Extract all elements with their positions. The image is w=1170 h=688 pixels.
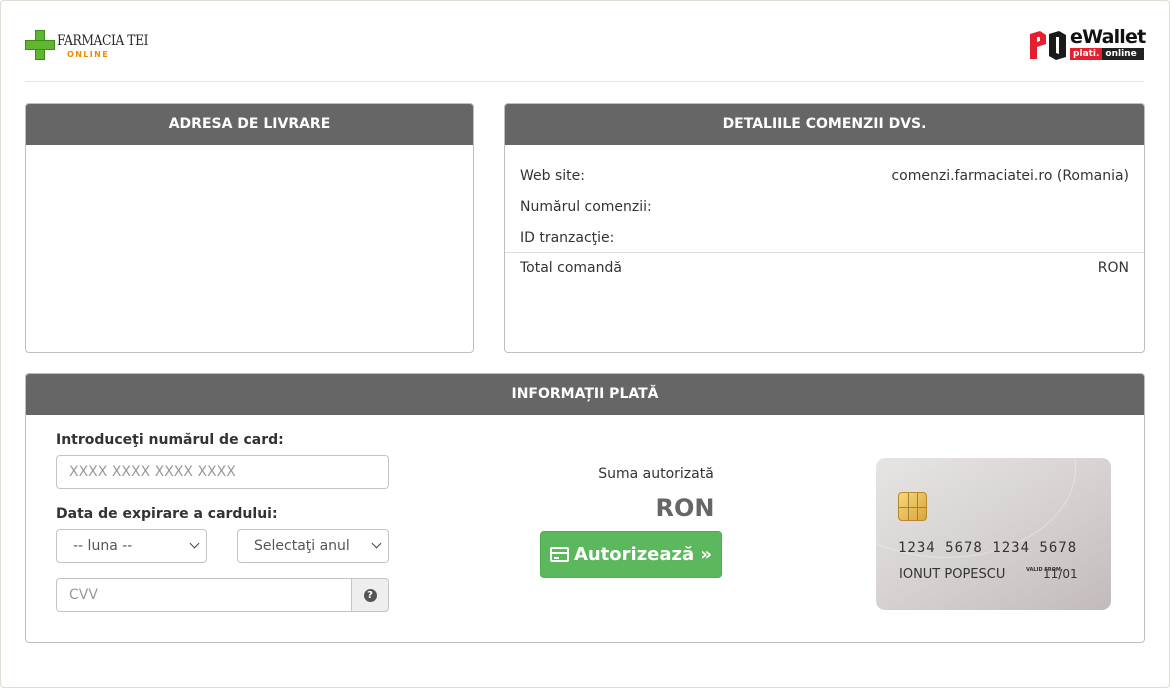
total-label: Total comandă [520,260,622,276]
order-details-panel: DETALIILE COMENZII DVS. Web site: comenz… [504,103,1145,353]
order-row-order-number: Numărul comenzii: [520,192,1129,223]
order-row-transaction-id: ID tranzacţie: [520,223,1129,254]
card-preview-number: 1234 5678 1234 5678 [898,540,1078,556]
card-number-label: Introduceţi numărul de card: [56,432,284,448]
ewallet-mark-icon [1030,31,1066,60]
cvv-help-button[interactable]: ? [351,578,389,612]
logo-sub: ONLINE [67,50,110,59]
row-value: comenzi.farmaciatei.ro (Romania) [891,168,1129,184]
order-details-table: Web site: comenzi.farmaciatei.ro (Romani… [520,161,1129,254]
row-label: Numărul comenzii: [520,199,652,215]
card-preview-image: 1234 5678 1234 5678 IONUT POPESCU VALID … [876,458,1111,610]
total-value: RON [1097,260,1129,276]
authorize-button-label: Autorizează » [573,544,713,565]
order-total-row: Total comandă RON [520,253,1129,284]
payment-info-panel: INFORMAȚII PLATĂ Introduceţi numărul de … [25,373,1145,643]
card-chip-icon [898,492,927,521]
card-preview-expiry: 11/01 [1043,567,1078,581]
authorize-button[interactable]: Autorizează » [540,531,722,578]
panel-title: DETALIILE COMENZII DVS. [505,104,1144,145]
expiry-year-select[interactable]: Selectaţi anul [237,529,389,563]
expiry-month-select[interactable]: -- luna -- [56,529,207,563]
credit-card-icon [549,547,569,562]
panel-title: INFORMAȚII PLATĂ [26,374,1144,415]
ewallet-subtitle: plati. online [1070,48,1144,60]
card-preview-holder: IONUT POPESCU [899,567,1006,582]
delivery-address-panel: ADRESA DE LIVRARE [25,103,474,353]
order-row-website: Web site: comenzi.farmaciatei.ro (Romani… [520,161,1129,192]
authorized-amount-value: RON [655,494,715,522]
card-number-input[interactable]: XXXX XXXX XXXX XXXX [56,455,389,489]
ewallet-title: eWallet [1070,26,1146,48]
selected-value: Selectaţi anul [254,538,350,554]
authorized-amount-label: Suma autorizată [598,466,714,482]
expiry-label: Data de expirare a cardului: [56,506,278,522]
pharmacy-cross-icon [25,30,55,60]
logo-name: FARMACIA TEI [57,33,149,49]
farmacia-tei-logo: FARMACIA TEI ONLINE [25,30,155,62]
row-label: Web site: [520,168,585,184]
chevron-down-icon [189,538,200,549]
selected-value: -- luna -- [73,538,133,554]
row-label: ID tranzacţie: [520,230,615,246]
question-circle-icon: ? [363,588,377,602]
cvv-input[interactable]: CVV [56,578,353,612]
chevron-down-icon [371,538,382,549]
page-header: FARMACIA TEI ONLINE eWallet plati. online [25,20,1146,82]
panel-title: ADRESA DE LIVRARE [26,104,473,145]
ewallet-logo: eWallet plati. online [1028,26,1146,61]
